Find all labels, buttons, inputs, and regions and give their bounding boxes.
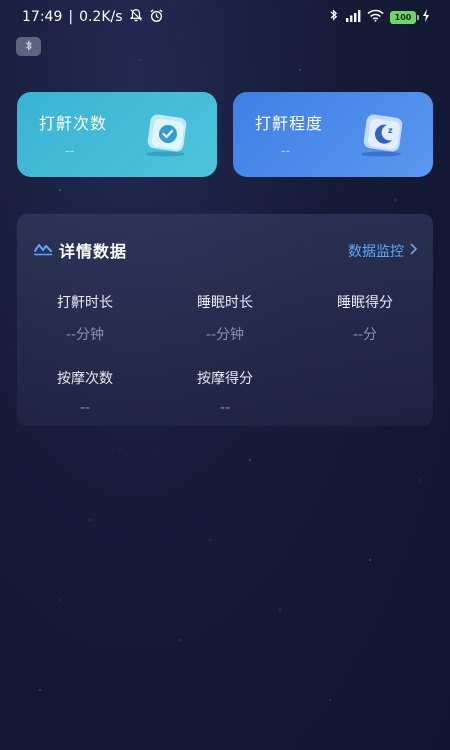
status-separator: | (68, 9, 74, 25)
bluetooth-icon (329, 8, 339, 26)
signal-icon (345, 9, 361, 26)
stat-value: -- (219, 400, 231, 416)
snore-count-value: -- (65, 144, 75, 159)
status-bar-left: 17:49 | 0.2K/s (22, 8, 164, 27)
alarm-icon (149, 8, 164, 27)
bluetooth-icon (24, 37, 34, 56)
stat-massage-score: 按摩得分 -- (165, 368, 285, 416)
snore-degree-card[interactable]: 打鼾程度 -- z (233, 92, 433, 177)
network-speed: 0.2K/s (79, 9, 123, 25)
stat-label: 打鼾时长 (57, 295, 113, 311)
moon-sleep-icon: z (359, 112, 407, 162)
status-time: 17:49 (22, 9, 63, 25)
stat-sleep-score: 睡眠得分 --分 (305, 292, 425, 344)
svg-text:z: z (388, 126, 393, 135)
stat-sleep-duration: 睡眠时长 --分钟 (165, 292, 285, 344)
details-panel: 详情数据 数据监控 打鼾时长 --分钟 睡眠时长 --分钟 睡眠得分 --分 按… (17, 214, 433, 426)
stat-label: 睡眠时长 (197, 295, 253, 311)
stat-label: 睡眠得分 (337, 295, 393, 311)
mute-bell-icon (129, 8, 143, 26)
stat-snore-duration: 打鼾时长 --分钟 (25, 292, 145, 344)
snore-count-card[interactable]: 打鼾次数 -- (17, 92, 217, 177)
chevron-right-icon (410, 243, 418, 259)
stat-label: 按摩次数 (57, 371, 113, 387)
clock-check-icon (143, 112, 191, 162)
status-bar: 17:49 | 0.2K/s 100 (0, 0, 450, 34)
stat-value: --分 (352, 327, 378, 343)
stat-label: 按摩得分 (197, 371, 253, 387)
data-monitor-label: 数据监控 (348, 244, 404, 260)
details-header: 详情数据 (33, 238, 127, 262)
chart-line-icon (33, 240, 53, 260)
stat-massage-count: 按摩次数 -- (25, 368, 145, 416)
stat-value: -- (79, 400, 91, 416)
charging-icon (422, 8, 430, 26)
status-bar-right: 100 (329, 8, 430, 26)
battery-icon: 100 (390, 10, 419, 24)
snore-degree-value: -- (281, 144, 291, 159)
stat-value: --分钟 (65, 327, 105, 343)
stat-value: --分钟 (205, 327, 245, 343)
bluetooth-status-button[interactable] (16, 37, 41, 56)
data-monitor-link[interactable]: 数据监控 (348, 241, 418, 261)
details-title: 详情数据 (59, 242, 128, 261)
wifi-icon (367, 9, 384, 26)
